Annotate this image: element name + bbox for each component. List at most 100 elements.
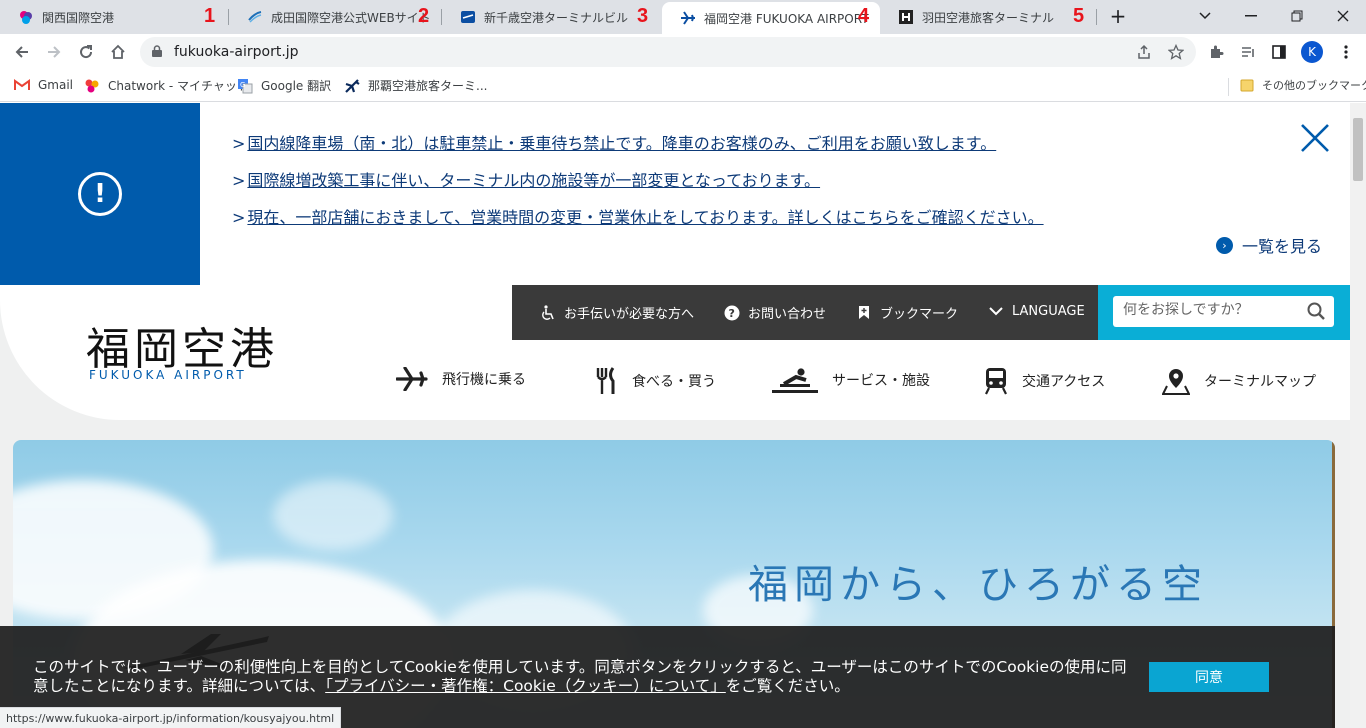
train-icon: [984, 367, 1008, 395]
privacy-cookie-link[interactable]: 「プライバシー・著作権：Cookie（クッキー）について」: [325, 677, 726, 695]
bookmark-label: 那覇空港旅客ターミ...: [368, 79, 488, 93]
notice-item[interactable]: > 国際線増改築工事に伴い、ターミナル内の施設等が一部変更となっております。: [232, 167, 820, 191]
back-button[interactable]: [8, 38, 36, 66]
side-panel-button[interactable]: [1265, 38, 1293, 66]
nav-label: 食べる・買う: [632, 374, 716, 390]
lock-icon: [152, 45, 162, 57]
util-contact[interactable]: ? お問い合わせ: [724, 303, 826, 322]
notice-link[interactable]: 国際線増改築工事に伴い、ターミナル内の施設等が一部変更となっております。: [247, 171, 820, 190]
reload-button[interactable]: [72, 38, 100, 66]
bookmark-google-translate[interactable]: G Google 翻訳: [237, 77, 331, 94]
avatar: K: [1301, 41, 1323, 63]
menu-button[interactable]: [1332, 38, 1360, 66]
forward-button[interactable]: [40, 38, 68, 66]
notice-item[interactable]: > 現在、一部店舗におきまして、営業時間の変更・営業休止をしております。詳しくはこ…: [232, 204, 1044, 228]
cookie-text-tail: をご覧ください。: [725, 677, 850, 695]
view-all-link[interactable]: › 一覧を見る: [1216, 233, 1322, 257]
search-icon[interactable]: [1307, 302, 1325, 320]
bookmark-gmail[interactable]: Gmail: [14, 77, 73, 93]
tab-title: 関西国際空港: [42, 10, 115, 25]
scrollbar-thumb[interactable]: [1353, 118, 1363, 181]
plane-icon: [396, 367, 428, 391]
status-bar-url: https://www.fukuoka-airport.jp/informati…: [0, 707, 342, 728]
reading-list-button[interactable]: [1234, 38, 1262, 66]
search-box: [1113, 296, 1334, 327]
bookmark-label: Gmail: [38, 78, 74, 92]
notice-banner: ! > 国内線降車場（南・北）は駐車禁止・乗車待ち禁止です。降車のお客様のみ、ご利…: [0, 103, 1350, 285]
service-icon: [772, 367, 818, 393]
kansai-favicon: [18, 9, 34, 25]
nav-label: サービス・施設: [832, 373, 930, 389]
page-scrollbar[interactable]: [1350, 103, 1366, 728]
svg-text:G: G: [240, 81, 245, 89]
new-tab-button[interactable]: +: [1098, 0, 1138, 32]
bookmark-naha[interactable]: 那覇空港旅客ターミ...: [344, 77, 487, 94]
hero-slogan: 福岡から、ひろがる空: [748, 562, 1208, 608]
bookmarks-bar: Gmail Chatwork - マイチャット G Google 翻訳 那覇空港…: [0, 71, 1366, 102]
notice-link[interactable]: 現在、一部店舗におきまして、営業時間の変更・営業休止をしております。詳しくはこち…: [247, 208, 1043, 227]
tab-kansai[interactable]: 関西国際空港: [0, 0, 228, 34]
notice-icon-panel: !: [0, 103, 200, 285]
chevron-right-icon: >: [232, 134, 246, 153]
nav-board-plane[interactable]: 飛行機に乗る: [396, 367, 526, 391]
chevron-right-icon: >: [232, 208, 246, 227]
reload-icon: [80, 45, 93, 59]
haneda-favicon: [898, 9, 914, 25]
fork-knife-icon: [594, 367, 618, 395]
chatwork-icon: [84, 78, 100, 94]
tab-number-marker: 1: [204, 5, 216, 27]
tab-haneda[interactable]: 羽田空港旅客ターミナル: [880, 0, 1096, 34]
close-window-button[interactable]: [1320, 0, 1366, 32]
bookmark-label: Google 翻訳: [261, 79, 332, 93]
map-pin-icon: [1162, 367, 1190, 395]
url-text[interactable]: fukuoka-airport.jp: [174, 44, 299, 60]
exclamation-icon: !: [78, 172, 122, 216]
util-bookmark[interactable]: ブックマーク: [856, 303, 958, 322]
star-icon[interactable]: [1168, 44, 1184, 60]
puzzle-icon: [1211, 45, 1224, 58]
view-all-label: 一覧を見る: [1242, 237, 1323, 256]
close-notice-icon[interactable]: [1298, 121, 1332, 155]
notice-link[interactable]: 国内線降車場（南・北）は駐車禁止・乗車待ち禁止です。降車のお客様のみ、ご利用をお…: [247, 134, 996, 153]
notice-item[interactable]: > 国内線降車場（南・北）は駐車禁止・乗車待ち禁止です。降車のお客様のみ、ご利用を…: [232, 130, 996, 154]
extensions-button[interactable]: [1202, 38, 1230, 66]
util-label: お手伝いが必要な方へ: [564, 307, 695, 322]
tab-title: 福岡空港 FUKUOKA AIRPORT: [704, 11, 869, 26]
search-input[interactable]: [1123, 302, 1293, 318]
share-icon[interactable]: [1136, 44, 1152, 60]
profile-button[interactable]: K: [1298, 38, 1326, 66]
restore-button[interactable]: [1274, 0, 1320, 32]
minimize-button[interactable]: [1228, 0, 1274, 32]
nav-access[interactable]: 交通アクセス: [984, 367, 1105, 395]
side-panel-icon: [1272, 45, 1286, 59]
site-search: [1098, 285, 1350, 340]
home-button[interactable]: [104, 38, 132, 66]
wheelchair-icon: [540, 304, 556, 321]
bookmark-label: Chatwork - マイチャット: [108, 79, 249, 93]
question-icon: ?: [724, 305, 740, 321]
tab-number-marker: 5: [1073, 5, 1085, 27]
util-assistance[interactable]: お手伝いが必要な方へ: [540, 303, 694, 322]
nav-services[interactable]: サービス・施設: [772, 367, 930, 393]
tab-narita[interactable]: 成田国際空港公式WEBサイト: [229, 0, 441, 34]
plane-icon: [344, 78, 360, 94]
util-label: お問い合わせ: [748, 307, 827, 322]
restore-icon: [1291, 10, 1303, 22]
nav-terminal-map[interactable]: ターミナルマップ: [1162, 367, 1316, 395]
util-language[interactable]: LANGUAGE: [988, 303, 1085, 319]
folder-icon: [1240, 77, 1254, 93]
other-bookmarks[interactable]: その他のブックマーク: [1240, 77, 1366, 93]
tab-search-button[interactable]: [1182, 0, 1228, 32]
bookmark-chatwork[interactable]: Chatwork - マイチャット: [84, 77, 249, 94]
tab-new-chitose[interactable]: 新千歳空港ターミナルビル: [442, 0, 660, 34]
address-bar[interactable]: fukuoka-airport.jp: [140, 37, 1196, 67]
tab-number-marker: 2: [418, 5, 430, 27]
browser-toolbar: fukuoka-airport.jp K: [0, 34, 1366, 71]
agree-button[interactable]: 同意: [1149, 662, 1269, 692]
tab-fukuoka[interactable]: 福岡空港 FUKUOKA AIRPORT: [662, 2, 880, 34]
arrow-left-icon: [15, 46, 28, 58]
nav-label: ターミナルマップ: [1204, 374, 1316, 390]
nav-eat-shop[interactable]: 食べる・買う: [594, 367, 716, 395]
chevron-down-icon: [1199, 12, 1211, 20]
chevron-right-icon: >: [232, 171, 246, 190]
